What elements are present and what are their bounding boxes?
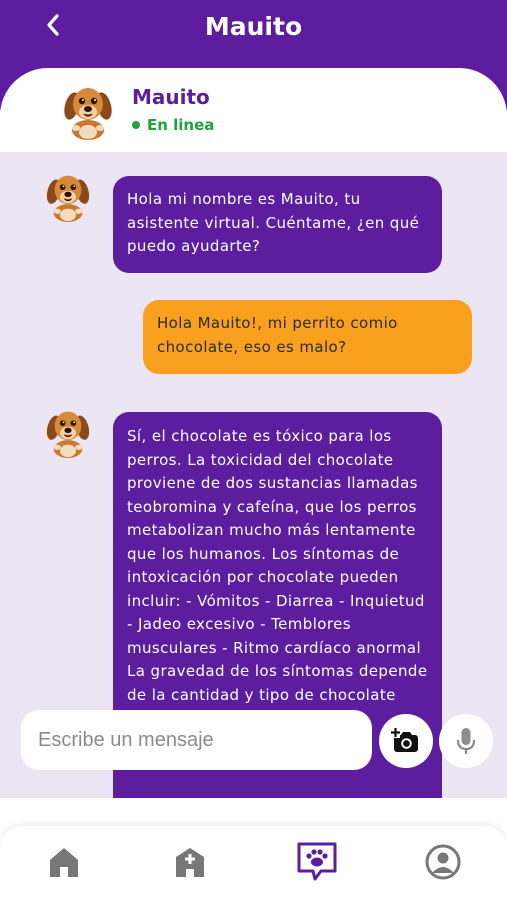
contact-name: Mauito: [132, 85, 210, 109]
bottom-navigation: [0, 826, 507, 900]
chat-area[interactable]: Hola mi nombre es Mauito, tu asistente v…: [0, 152, 507, 798]
message-input-box[interactable]: [21, 710, 372, 770]
dog-avatar: [44, 172, 92, 222]
camera-button[interactable]: [379, 714, 433, 768]
bot-message-bubble: Hola mi nombre es Mauito, tu asistente v…: [113, 176, 442, 273]
online-status-dot: [132, 121, 140, 129]
nav-home[interactable]: [39, 840, 89, 884]
page-title: Mauito: [204, 12, 303, 41]
status-text: En linea: [147, 116, 215, 134]
home-icon: [50, 848, 78, 877]
user-message-bubble: Hola Mauito!, mi perrito comio chocolate…: [143, 300, 472, 374]
microphone-icon: [456, 728, 476, 754]
microphone-button[interactable]: [439, 714, 493, 768]
paw-chat-icon: [297, 842, 337, 881]
dog-avatar: [44, 408, 92, 458]
nav-clinic[interactable]: [165, 840, 215, 884]
hospital-icon: [176, 848, 204, 877]
nav-chat[interactable]: [292, 840, 342, 884]
nav-profile[interactable]: [418, 840, 468, 884]
message-input[interactable]: [21, 710, 372, 770]
profile-icon: [425, 844, 461, 880]
camera-add-icon: [391, 728, 418, 752]
dog-avatar: [62, 84, 114, 140]
